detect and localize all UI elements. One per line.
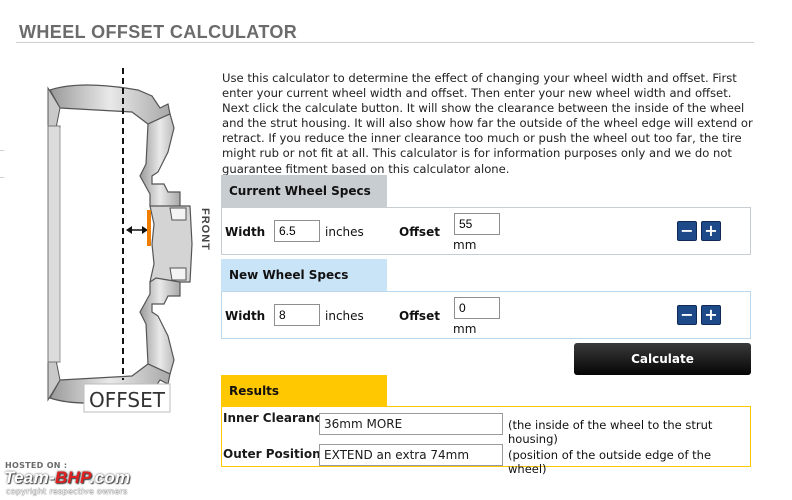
current-offset-input[interactable] [454, 213, 500, 235]
outer-position-note: (position of the outside edge of the whe… [508, 448, 712, 476]
divider [0, 150, 4, 151]
new-offset-input[interactable] [454, 297, 500, 319]
current-offset-increment-button[interactable]: + [701, 221, 721, 241]
new-specs-heading: New Wheel Specs [221, 259, 387, 291]
current-offset-unit: mm [453, 238, 477, 252]
new-offset-decrement-button[interactable]: − [677, 305, 697, 325]
new-width-unit: inches [325, 309, 364, 323]
current-offset-label: Offset [399, 225, 440, 239]
current-width-label: Width [225, 225, 266, 239]
inner-clearance-value: 36mm MORE [319, 413, 503, 435]
current-width-input[interactable] [274, 220, 320, 242]
calculate-button[interactable]: Calculate [574, 343, 751, 375]
outer-position-label: Outer Position: [223, 447, 326, 461]
new-offset-unit: mm [453, 322, 477, 336]
results-heading: Results [221, 375, 387, 406]
brand-part: .com [89, 468, 131, 487]
new-width-input[interactable] [274, 304, 320, 326]
inner-clearance-note: (the inside of the wheel to the strut ho… [508, 418, 713, 446]
divider [0, 177, 4, 178]
copyright-notice: copyright respective owners [6, 487, 128, 496]
wheel-diagram: FRONT OFFSET [47, 68, 211, 413]
wheel-rim [47, 84, 193, 404]
site-watermark-logo: Team-BHP.com [4, 468, 130, 488]
brand-part: BHP [54, 468, 90, 487]
title-divider [16, 42, 754, 43]
instructions-text: Use this calculator to determine the eff… [222, 71, 753, 176]
new-specs-panel: Width inches Offset mm − + [221, 291, 751, 339]
current-specs-panel: Width inches Offset mm − + [221, 207, 751, 255]
outer-position-value: EXTEND an extra 74mm [319, 444, 503, 466]
mounting-face-marker [147, 210, 151, 246]
page-title: WHEEL OFFSET CALCULATOR [19, 22, 298, 42]
brand-part: Team- [4, 468, 55, 487]
results-panel: Inner Clearance: 36mm MORE (the inside o… [221, 406, 751, 476]
offset-arrow [126, 226, 148, 234]
new-offset-increment-button[interactable]: + [701, 305, 721, 325]
front-label: FRONT [199, 208, 211, 251]
current-offset-decrement-button[interactable]: − [677, 221, 697, 241]
current-width-unit: inches [325, 225, 364, 239]
new-offset-label: Offset [399, 309, 440, 323]
offset-label: OFFSET [89, 388, 166, 412]
current-specs-heading: Current Wheel Specs [221, 175, 387, 207]
new-width-label: Width [225, 309, 266, 323]
inner-clearance-label: Inner Clearance: [223, 411, 335, 425]
